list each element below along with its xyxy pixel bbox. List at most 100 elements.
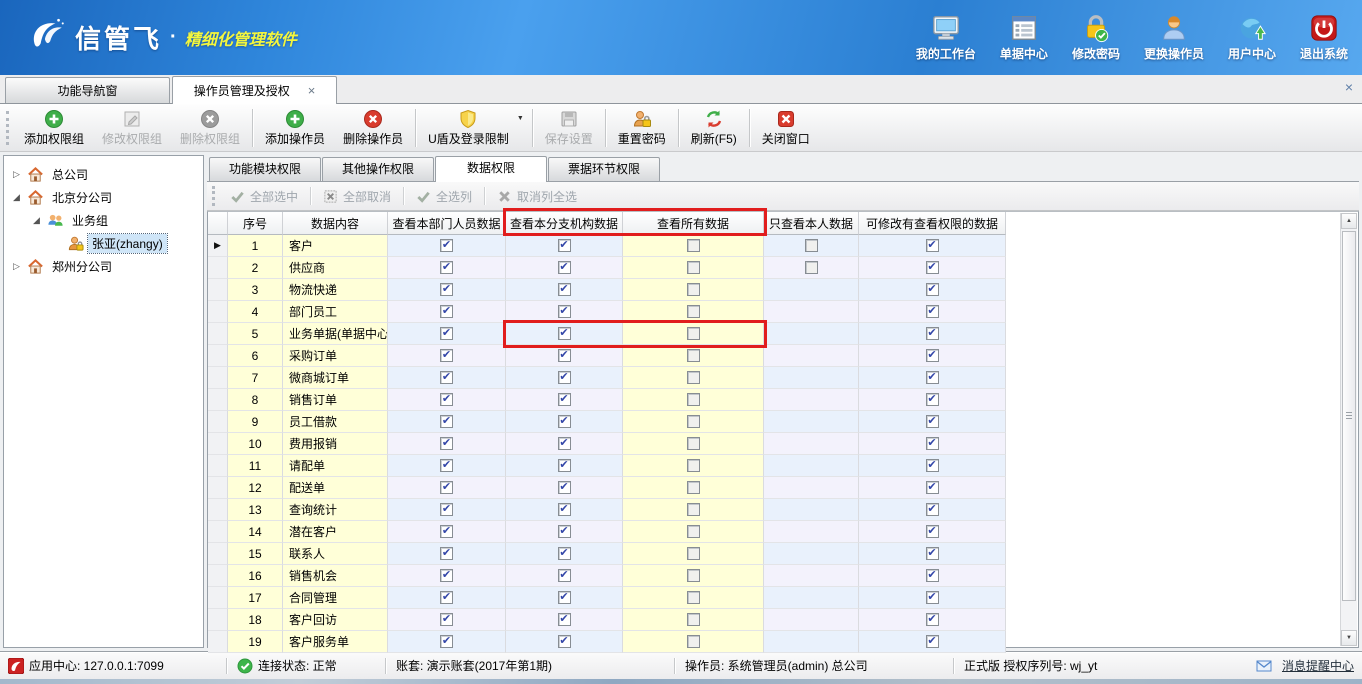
unchecked-checkbox-icon[interactable] <box>687 371 700 384</box>
unchecked-checkbox-icon[interactable] <box>687 503 700 516</box>
checked-checkbox-icon[interactable]: ✔ <box>926 459 939 472</box>
scroll-down-icon[interactable]: ▼ <box>1341 630 1357 646</box>
column-header-6[interactable]: 可修改有查看权限的数据 <box>859 212 1006 235</box>
checked-checkbox-icon[interactable]: ✔ <box>440 547 453 560</box>
checkbox-cell-all[interactable] <box>623 433 764 455</box>
checked-checkbox-icon[interactable]: ✔ <box>926 437 939 450</box>
checked-checkbox-icon[interactable]: ✔ <box>558 569 571 582</box>
checked-checkbox-icon[interactable]: ✔ <box>558 547 571 560</box>
expand-expanded-icon[interactable]: ◢ <box>30 215 43 226</box>
message-center-link[interactable]: 消息提醒中心 <box>1282 657 1354 674</box>
expand-collapsed-icon[interactable]: ▷ <box>10 261 23 272</box>
checkbox-cell-branch[interactable]: ✔ <box>506 389 623 411</box>
unchecked-checkbox-icon[interactable] <box>687 635 700 648</box>
checked-checkbox-icon[interactable]: ✔ <box>558 481 571 494</box>
checkbox-cell-all[interactable] <box>623 257 764 279</box>
checkbox-cell-all[interactable] <box>623 455 764 477</box>
toolbar-button-refresh[interactable]: 刷新(F5) <box>682 106 746 150</box>
toolbar-button-delete-red[interactable]: 删除操作员 <box>334 106 412 150</box>
checkbox-cell-branch[interactable]: ✔ <box>506 411 623 433</box>
checkbox-cell-dept[interactable]: ✔ <box>388 631 506 653</box>
window-tab-1[interactable]: 操作员管理及授权× <box>172 76 337 104</box>
checkbox-cell-branch[interactable]: ✔ <box>506 367 623 389</box>
checked-checkbox-icon[interactable]: ✔ <box>440 283 453 296</box>
unchecked-checkbox-icon[interactable] <box>687 393 700 406</box>
checkbox-cell-dept[interactable]: ✔ <box>388 543 506 565</box>
unchecked-checkbox-icon[interactable] <box>687 525 700 538</box>
checked-checkbox-icon[interactable]: ✔ <box>926 635 939 648</box>
perm-tab-2[interactable]: 数据权限 <box>435 156 547 182</box>
tree-item-0[interactable]: ▷总公司 <box>4 163 203 186</box>
checkbox-cell-all[interactable] <box>623 499 764 521</box>
header-menu-exit-system[interactable]: 退出系统 <box>1300 13 1348 62</box>
checked-checkbox-icon[interactable]: ✔ <box>558 503 571 516</box>
perm-tab-0[interactable]: 功能模块权限 <box>209 157 321 181</box>
checkbox-cell-branch[interactable]: ✔ <box>506 257 623 279</box>
unchecked-checkbox-icon[interactable] <box>687 415 700 428</box>
checked-checkbox-icon[interactable]: ✔ <box>440 459 453 472</box>
checkbox-cell-branch[interactable]: ✔ <box>506 235 623 257</box>
checkbox-cell-dept[interactable]: ✔ <box>388 257 506 279</box>
checkbox-cell-modify[interactable]: ✔ <box>859 433 1006 455</box>
toolbar-grip[interactable] <box>6 111 9 145</box>
unchecked-checkbox-icon[interactable] <box>687 349 700 362</box>
checked-checkbox-icon[interactable]: ✔ <box>440 613 453 626</box>
checkbox-cell-all[interactable] <box>623 323 764 345</box>
checked-checkbox-icon[interactable]: ✔ <box>926 349 939 362</box>
checkbox-cell-branch[interactable]: ✔ <box>506 499 623 521</box>
checkbox-cell-all[interactable] <box>623 389 764 411</box>
checkbox-cell-dept[interactable]: ✔ <box>388 235 506 257</box>
checkbox-cell-branch[interactable]: ✔ <box>506 345 623 367</box>
unchecked-checkbox-icon[interactable] <box>687 613 700 626</box>
unchecked-checkbox-icon[interactable] <box>805 239 818 252</box>
toolbar-button-reset-password[interactable]: 重置密码 <box>609 106 675 150</box>
checkbox-cell-all[interactable] <box>623 279 764 301</box>
checkbox-cell-dept[interactable]: ✔ <box>388 433 506 455</box>
checkbox-cell-modify[interactable]: ✔ <box>859 411 1006 433</box>
header-menu-switch-operator[interactable]: 更换操作员 <box>1144 13 1204 62</box>
checked-checkbox-icon[interactable]: ✔ <box>926 239 939 252</box>
checkbox-cell-branch[interactable]: ✔ <box>506 433 623 455</box>
checked-checkbox-icon[interactable]: ✔ <box>558 239 571 252</box>
toolbar-button-close-window[interactable]: 关闭窗口 <box>753 106 819 150</box>
expand-expanded-icon[interactable]: ◢ <box>10 192 23 203</box>
message-center[interactable]: 消息提醒中心 <box>1256 657 1354 674</box>
unchecked-checkbox-icon[interactable] <box>687 591 700 604</box>
checkbox-cell-branch[interactable]: ✔ <box>506 631 623 653</box>
vertical-scrollbar[interactable]: ▲ ▼ <box>1340 213 1357 646</box>
checkbox-cell-modify[interactable]: ✔ <box>859 235 1006 257</box>
checkbox-cell-all[interactable] <box>623 235 764 257</box>
checkbox-cell-branch[interactable]: ✔ <box>506 279 623 301</box>
checkbox-cell-dept[interactable]: ✔ <box>388 323 506 345</box>
checked-checkbox-icon[interactable]: ✔ <box>926 305 939 318</box>
column-header-4[interactable]: 查看所有数据 <box>623 212 764 235</box>
checked-checkbox-icon[interactable]: ✔ <box>558 591 571 604</box>
tab-close-icon[interactable]: × <box>308 84 316 97</box>
checked-checkbox-icon[interactable]: ✔ <box>558 327 571 340</box>
toolbar-button-shield[interactable]: U盾及登录限制▼ <box>419 106 529 150</box>
checkbox-cell-modify[interactable]: ✔ <box>859 301 1006 323</box>
checkbox-cell-modify[interactable]: ✔ <box>859 609 1006 631</box>
checkbox-cell-dept[interactable]: ✔ <box>388 301 506 323</box>
expand-collapsed-icon[interactable]: ▷ <box>10 169 23 180</box>
checkbox-cell-dept[interactable]: ✔ <box>388 609 506 631</box>
checkbox-cell-all[interactable] <box>623 411 764 433</box>
checked-checkbox-icon[interactable]: ✔ <box>558 261 571 274</box>
checkbox-cell-modify[interactable]: ✔ <box>859 323 1006 345</box>
checkbox-cell-branch[interactable]: ✔ <box>506 477 623 499</box>
header-menu-doc-center[interactable]: 单据中心 <box>1000 13 1048 62</box>
checked-checkbox-icon[interactable]: ✔ <box>440 371 453 384</box>
checked-checkbox-icon[interactable]: ✔ <box>926 393 939 406</box>
checkbox-cell-all[interactable] <box>623 477 764 499</box>
checkbox-cell-modify[interactable]: ✔ <box>859 455 1006 477</box>
checked-checkbox-icon[interactable]: ✔ <box>440 591 453 604</box>
header-menu-change-password[interactable]: 修改密码 <box>1072 13 1120 62</box>
checkbox-cell-dept[interactable]: ✔ <box>388 565 506 587</box>
checked-checkbox-icon[interactable]: ✔ <box>440 635 453 648</box>
checkbox-cell-branch[interactable]: ✔ <box>506 587 623 609</box>
checkbox-cell-modify[interactable]: ✔ <box>859 499 1006 521</box>
checkbox-cell-dept[interactable]: ✔ <box>388 367 506 389</box>
column-header-1[interactable]: 数据内容 <box>283 212 388 235</box>
checked-checkbox-icon[interactable]: ✔ <box>558 437 571 450</box>
checkbox-cell-modify[interactable]: ✔ <box>859 587 1006 609</box>
